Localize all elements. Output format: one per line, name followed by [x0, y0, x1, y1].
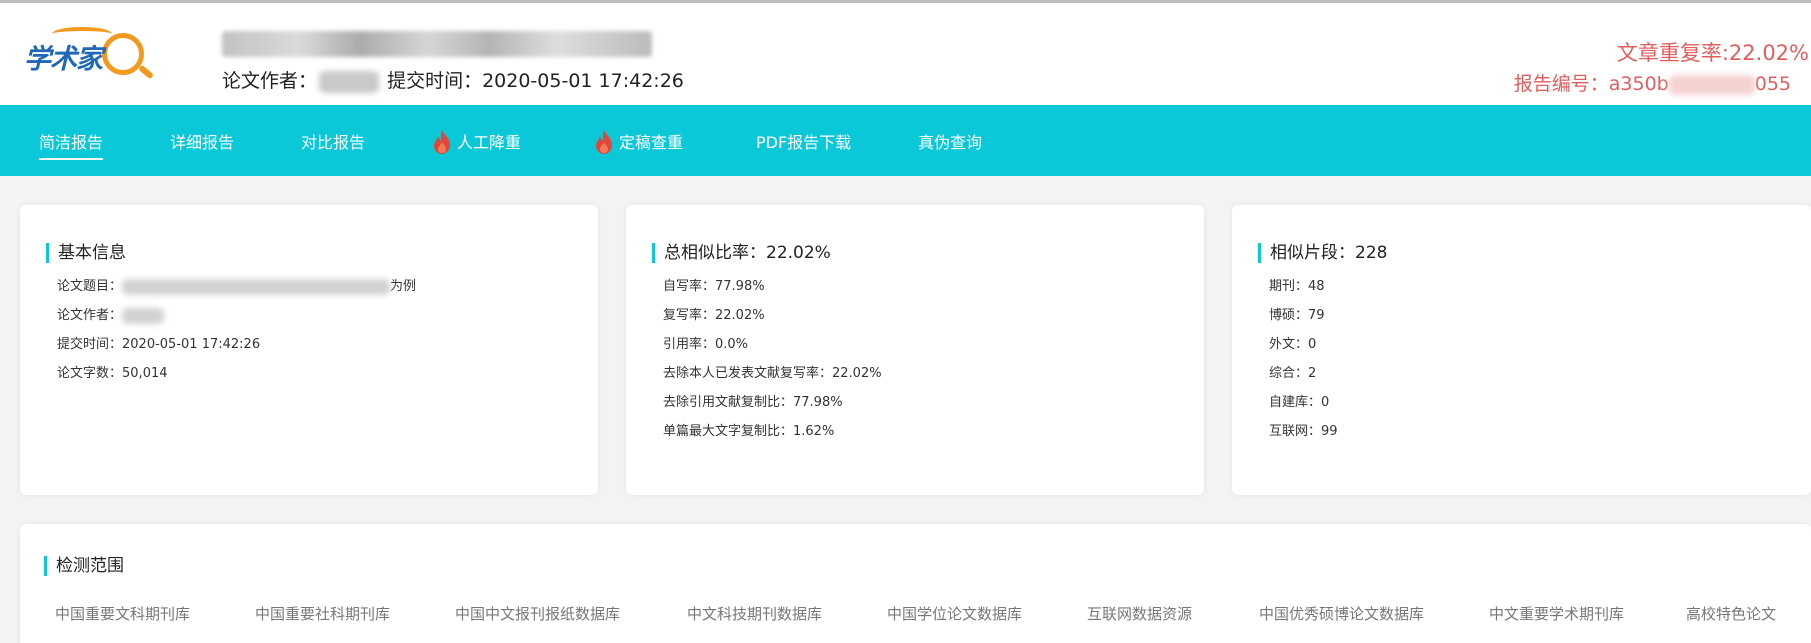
- nav-label: 真伪查询: [918, 133, 983, 152]
- nav-tab-compare-report[interactable]: 对比报告: [301, 129, 365, 153]
- submit-time-label: 提交时间：: [57, 337, 123, 352]
- nav-tab-detailed-report[interactable]: 详细报告: [170, 129, 234, 153]
- scope-item: 高校特色论文: [1686, 605, 1777, 623]
- submit-time-value: 2020-05-01 17:42:26: [122, 337, 261, 352]
- author-redacted: [122, 307, 165, 324]
- nav-label: 详细报告: [170, 133, 235, 152]
- segment-row: 互联网：99: [1269, 424, 1338, 439]
- scope-item: 中国中文报刊报纸数据库: [455, 605, 621, 623]
- card-title: 总相似比率：22.02%: [652, 243, 831, 263]
- nav-label: 定稿查重: [619, 133, 684, 152]
- scope-item: 中国优秀硕博论文数据库: [1259, 605, 1425, 623]
- nav-label: 人工降重: [457, 133, 522, 152]
- report-header: 学术家 论文作者： 提交时间：2020-05-01 17:42:26 文章重复率…: [0, 3, 1811, 105]
- scope-item: 中文重要学术期刊库: [1489, 605, 1625, 623]
- card-title: 检测范围: [44, 556, 124, 576]
- scope-item: 中国学位论文数据库: [887, 605, 1023, 623]
- paper-title-label: 论文题目：: [57, 279, 123, 294]
- segment-row: 博硕：79: [1269, 308, 1325, 323]
- similarity-card: 总相似比率：22.02% 自写率：77.98% 复写率：22.02% 引用率：0…: [626, 205, 1204, 495]
- header-meta: 论文作者： 提交时间：2020-05-01 17:42:26: [222, 66, 684, 93]
- similarity-row: 去除本人已发表文献复写率：22.02%: [663, 366, 882, 381]
- segments-card: 相似片段：228 期刊：48 博硕：79 外文：0 综合：2 自建库：0 互联网…: [1232, 205, 1811, 495]
- report-no-suffix: 055: [1754, 73, 1791, 95]
- report-no-label: 报告编号：: [1513, 73, 1609, 95]
- nav-label: 对比报告: [301, 133, 366, 152]
- segment-row: 综合：2: [1269, 366, 1317, 381]
- author-label: 论文作者：: [57, 308, 123, 323]
- logo-text: 学术家: [24, 44, 103, 75]
- word-count-value: 50,014: [122, 366, 168, 381]
- repeat-rate: 文章重复率:22.02%: [1617, 37, 1809, 67]
- segment-row: 自建库：0: [1269, 395, 1330, 410]
- card-title: 相似片段：228: [1258, 243, 1387, 263]
- paper-title-suffix: 为例: [390, 279, 417, 294]
- author-redacted: [319, 70, 380, 93]
- report-no-prefix: a350b: [1608, 73, 1669, 95]
- segment-row: 外文：0: [1269, 337, 1317, 352]
- scope-item: 中国重要社科期刊库: [255, 605, 391, 623]
- scope-item: 中文科技期刊数据库: [687, 605, 823, 623]
- nav-tab-brief-report[interactable]: 简洁报告: [39, 129, 104, 160]
- submit-time: 2020-05-01 17:42:26: [482, 70, 684, 92]
- submit-label: 提交时间：: [387, 70, 483, 92]
- segment-row: 期刊：48: [1269, 279, 1325, 294]
- report-number: 报告编号：a350b 055: [1514, 69, 1791, 96]
- word-count-row: 论文字数：50,014: [57, 362, 168, 381]
- paper-title-redacted: [122, 278, 391, 295]
- basic-info-card: 基本信息 论文题目： 为例 论文作者： 提交时间：2020-05-01 17:42…: [20, 205, 598, 495]
- author-label: 论文作者：: [222, 70, 318, 92]
- paper-title-redacted: [222, 31, 652, 57]
- similarity-row: 去除引用文献复制比：77.98%: [663, 395, 843, 410]
- author-row: 论文作者：: [57, 304, 165, 324]
- main-nav: 简洁报告 详细报告 对比报告 人工降重 定稿查重 PDF报告下载 真伪查询: [0, 105, 1811, 176]
- repeat-rate-label: 文章重复率:: [1616, 41, 1729, 65]
- similarity-row: 单篇最大文字复制比：1.62%: [663, 424, 835, 439]
- nav-label: 简洁报告: [39, 133, 104, 152]
- card-title: 基本信息: [46, 243, 126, 263]
- submit-time-row: 提交时间：2020-05-01 17:42:26: [57, 333, 260, 352]
- fire-icon: [434, 129, 450, 154]
- logo: 学术家: [22, 25, 155, 85]
- nav-label: PDF报告下载: [756, 133, 852, 152]
- scope-item: 中国重要文科期刊库: [55, 605, 191, 623]
- nav-tab-final-check[interactable]: 定稿查重: [591, 129, 683, 157]
- nav-tab-manual-reduce[interactable]: 人工降重: [429, 129, 521, 157]
- fire-icon: [596, 129, 612, 154]
- report-no-redacted: [1668, 74, 1755, 95]
- repeat-rate-value: 22.02%: [1728, 41, 1809, 65]
- magnifier-handle: [137, 64, 155, 80]
- detection-scope-card: 检测范围 中国重要文科期刊库 中国重要社科期刊库 中国中文报刊报纸数据库 中文科…: [20, 524, 1811, 643]
- nav-tab-authenticity[interactable]: 真伪查询: [918, 129, 982, 153]
- word-count-label: 论文字数：: [57, 366, 123, 381]
- similarity-row: 复写率：22.02%: [663, 308, 765, 323]
- paper-title-row: 论文题目： 为例: [57, 275, 416, 295]
- similarity-row: 引用率：0.0%: [663, 337, 749, 352]
- nav-tab-pdf-download[interactable]: PDF报告下载: [756, 129, 851, 153]
- similarity-row: 自写率：77.98%: [663, 279, 765, 294]
- scope-item: 互联网数据资源: [1087, 605, 1193, 623]
